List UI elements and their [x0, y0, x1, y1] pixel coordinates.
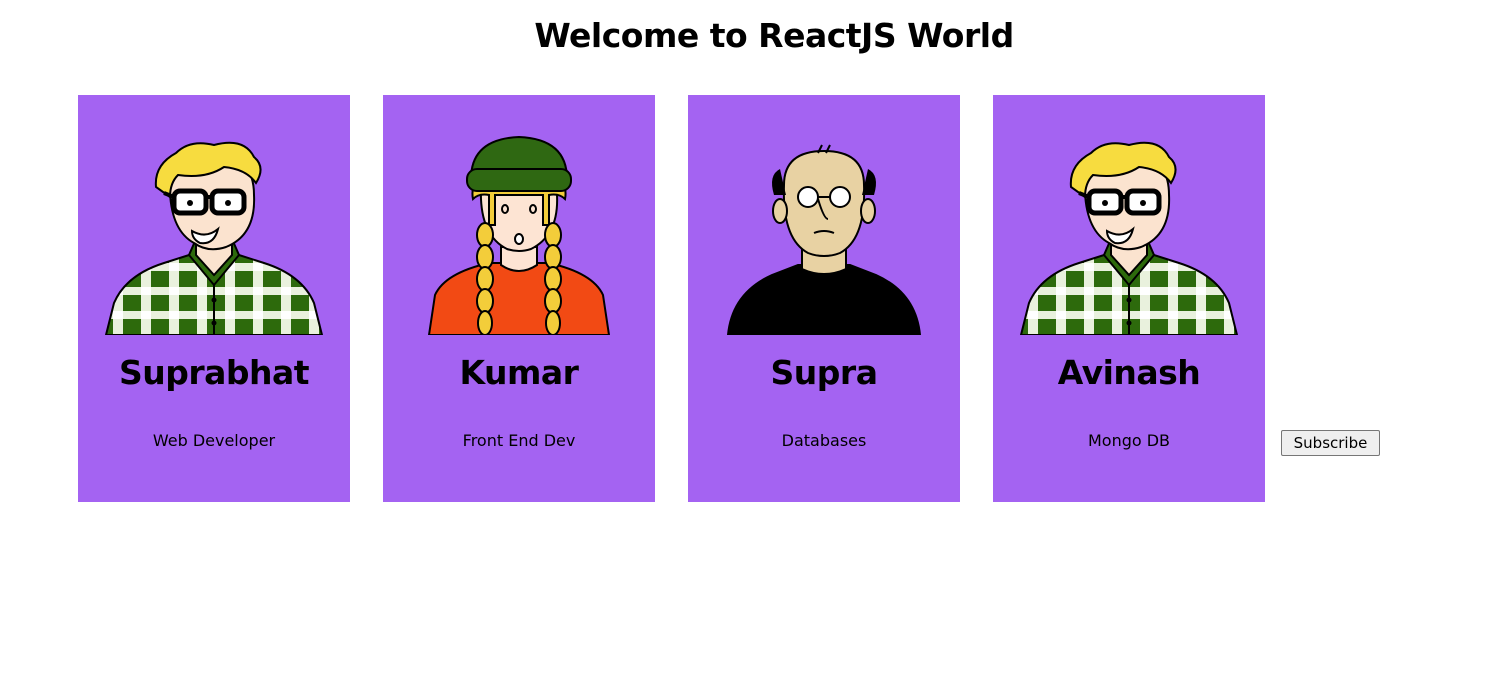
card-role: Web Developer: [152, 431, 276, 450]
subscribe-button[interactable]: Subscribe: [1281, 430, 1380, 456]
page-title: Welcome to ReactJS World: [534, 16, 1014, 55]
nerd-glasses-avatar-icon: [104, 141, 324, 335]
profile-card-avinash: Avinash Mongo DB: [993, 95, 1265, 502]
card-name: Supra: [770, 353, 878, 392]
card-role: Mongo DB: [1087, 431, 1171, 450]
nerd-glasses-avatar-icon: [1019, 141, 1239, 335]
card-name: Suprabhat: [118, 353, 310, 392]
bald-old-man-avatar-icon: [726, 144, 922, 335]
card-role: Databases: [781, 431, 867, 450]
card-role: Front End Dev: [462, 431, 576, 450]
card-name: Kumar: [459, 353, 579, 392]
profile-card-kumar: Kumar Front End Dev: [383, 95, 655, 502]
profile-card-supra: Supra Databases: [688, 95, 960, 502]
profile-card-suprabhat: Suprabhat Web Developer: [78, 95, 350, 502]
beanie-braids-avatar-icon: [427, 135, 611, 335]
card-name: Avinash: [1057, 353, 1201, 392]
